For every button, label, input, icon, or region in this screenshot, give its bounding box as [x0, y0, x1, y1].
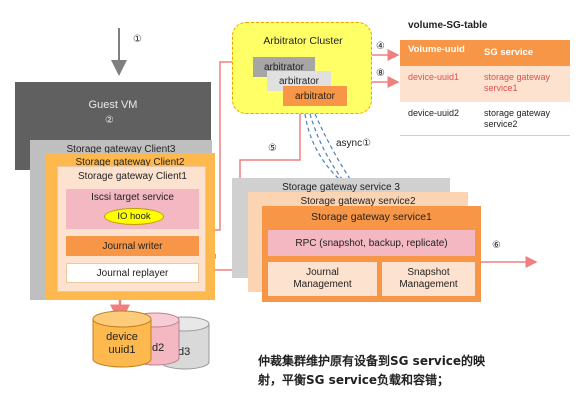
- device1-label: device uuid1: [106, 331, 138, 356]
- table-header-volume: Volume-uuid: [408, 44, 465, 55]
- step1-label: ①: [133, 34, 142, 45]
- client1-box: Storage gateway Client1 Iscsi target ser…: [57, 166, 206, 292]
- table-header-row: Volume-uuid SG service: [400, 40, 570, 66]
- service1-title: Storage gateway service1: [311, 211, 432, 223]
- step2-label: ②: [105, 115, 114, 126]
- device2-label: d2: [152, 342, 165, 354]
- journal-replayer: Journal replayer: [66, 263, 199, 283]
- step8-label: ⑥: [492, 240, 501, 251]
- rpc-box: RPC (snapshot, backup, replicate): [268, 230, 475, 256]
- arbitrator-cluster: Arbitrator Cluster arbitrator arbitrator…: [232, 22, 372, 114]
- note-text: 仲裁集群维护原有设备到SG service的映射，平衡SG service负载和…: [258, 354, 486, 387]
- arbitrator-cluster-title: Arbitrator Cluster: [263, 35, 343, 47]
- table-cell-uuid1: device-uuid1: [408, 72, 460, 82]
- guest-vm-title: Guest VM: [88, 99, 138, 111]
- table-row: device-uuid2 storage gateway service2: [400, 102, 570, 136]
- table-cell-sg1: storage gateway service1: [484, 72, 551, 93]
- device-cylinder-1: device uuid1: [92, 310, 152, 368]
- iscsi-target-box: Iscsi target service IO hook: [66, 189, 199, 229]
- arbitrator-node-1: arbitrator: [283, 86, 347, 106]
- table-cell-sg2: storage gateway service2: [484, 108, 551, 129]
- io-hook: IO hook: [104, 208, 164, 225]
- async-label: async①: [336, 138, 372, 149]
- client1-title: Storage gateway Client1: [78, 171, 187, 182]
- table-title: volume-SG-table: [408, 20, 488, 31]
- step5-label-arbitrator: ⑤: [268, 143, 277, 154]
- volume-sg-table: Volume-uuid SG service device-uuid1 stor…: [400, 40, 570, 136]
- journal-management-box: Journal Management: [268, 262, 377, 296]
- service1-box: Storage gateway service1 RPC (snapshot, …: [262, 206, 481, 302]
- table-cell-uuid2: device-uuid2: [408, 108, 460, 118]
- snapshot-management-box: Snapshot Management: [382, 262, 475, 296]
- iscsi-target-label: Iscsi target service: [91, 192, 174, 203]
- table-header-sg: SG service: [484, 47, 534, 58]
- step4-label: ④: [376, 41, 385, 52]
- journal-writer: Journal writer: [66, 236, 199, 256]
- table-row: device-uuid1 storage gateway service1: [400, 66, 570, 102]
- step6-label-top: ⑧: [376, 68, 385, 79]
